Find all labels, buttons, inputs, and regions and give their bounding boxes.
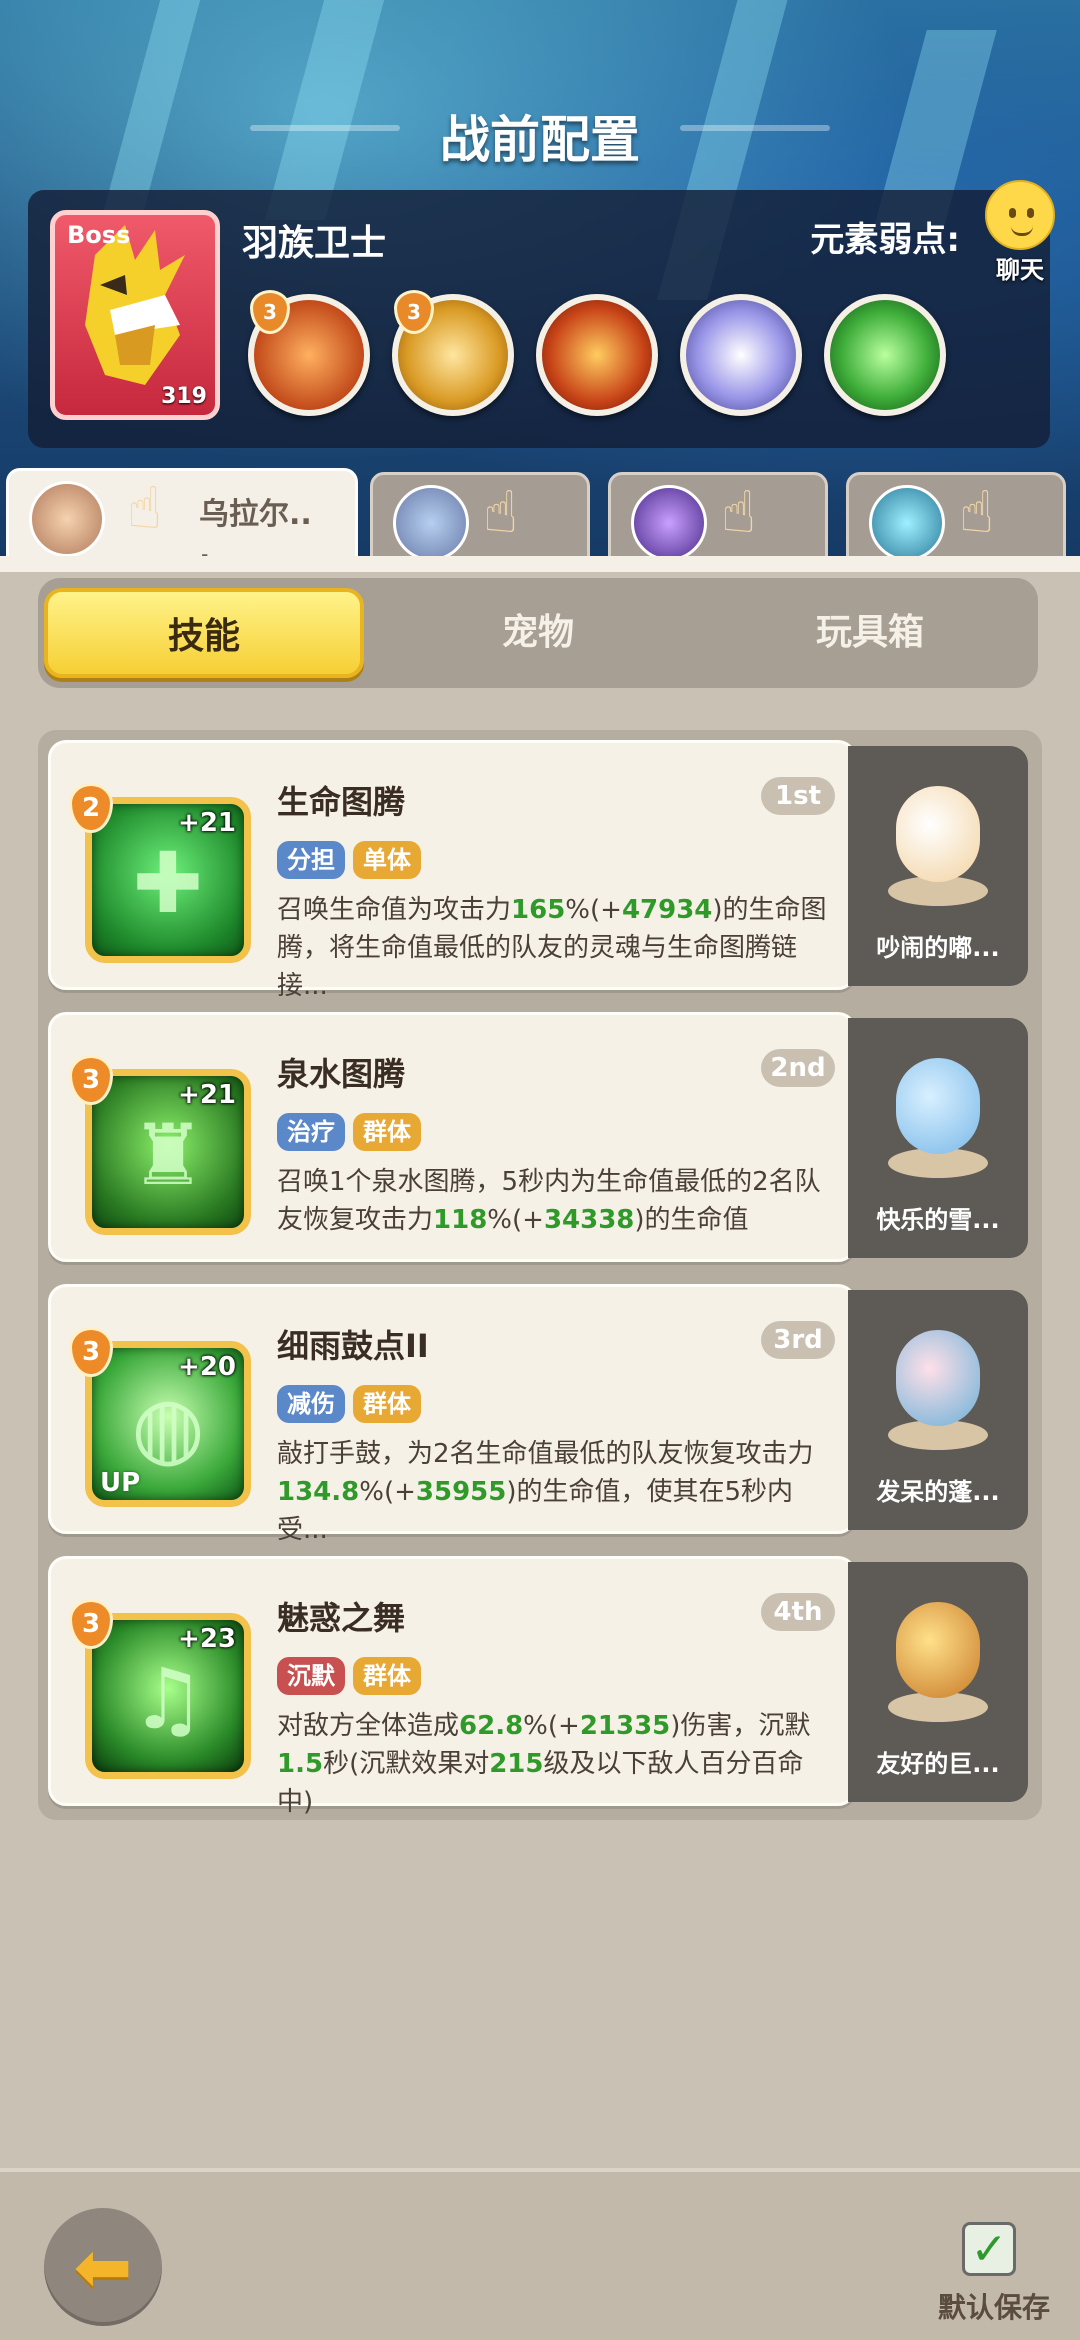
hero-tab-3[interactable]: ☝ — [608, 472, 828, 564]
boss-name: 羽族卫士 — [242, 223, 387, 264]
skill-rank: 4th — [761, 1593, 835, 1631]
default-save-checkbox[interactable]: ✓ — [962, 2222, 1016, 2276]
boss-portrait[interactable]: Boss 319 — [50, 210, 220, 420]
tab-pets[interactable]: 宠物 — [378, 588, 698, 678]
skill-name: 泉水图腾 — [277, 1055, 406, 1093]
skill-tag-type: 沉默 — [277, 1657, 345, 1695]
pet-name: 友好的巨... — [876, 1750, 1000, 1778]
bottom-bar: ⬅ ✓ 默认保存 — [0, 2168, 1080, 2340]
hero-tab-2[interactable]: ☝ — [370, 472, 590, 564]
boss-skill-gold-shield-icon[interactable]: 3 — [392, 290, 514, 416]
hero-avatar-boar-icon — [29, 481, 105, 557]
skill-card-body[interactable]: ♫ +23 3 魅惑之舞 4th 沉默 群体 对敌方全体造成62.8%(+213… — [48, 1556, 856, 1817]
boss-tag: Boss — [67, 221, 131, 249]
skill-tag-type: 分担 — [277, 841, 345, 879]
skill-level-badge: 3 — [250, 290, 290, 334]
skill-plus-level: +23 — [178, 1624, 236, 1654]
charm-dance-skill-icon: ♫ +23 — [85, 1613, 251, 1779]
boss-skill-flame-slash-icon[interactable] — [536, 294, 658, 416]
equipped-pet-slot[interactable]: 发呆的蓬... — [848, 1290, 1028, 1530]
equipped-pet-slot[interactable]: 快乐的雪... — [848, 1018, 1028, 1258]
hero-avatar-knight-icon — [393, 485, 469, 561]
skill-rank: 1st — [761, 777, 835, 815]
default-save-label: 默认保存 — [937, 2291, 1050, 2324]
tab-skills[interactable]: 技能 — [44, 588, 364, 678]
tap-hand-icon: ☝ — [127, 474, 163, 542]
drizzle-drum-skill-icon: ◍ +20 UP — [85, 1341, 251, 1507]
happy-snow-pet-icon — [896, 1058, 980, 1154]
skill-card[interactable]: ♜ +21 3 泉水图腾 2nd 治疗 群体 召唤1个泉水图腾，5秒内为生命值最… — [48, 1012, 1028, 1262]
skill-plus-level: +21 — [178, 808, 236, 838]
boss-skill-fire-claw-icon[interactable]: 3 — [248, 290, 370, 416]
back-arrow-icon: ⬅ — [73, 2226, 133, 2308]
boss-level: 319 — [161, 384, 207, 409]
skill-name: 魅惑之舞 — [277, 1599, 406, 1637]
skill-card-body[interactable]: ✚ +21 2 生命图腾 1st 分担 单体 召唤生命值为攻击力165%(+47… — [48, 740, 856, 1001]
equipped-pet-slot[interactable]: 吵闹的嘟... — [848, 746, 1028, 986]
skill-tag-target: 群体 — [353, 1385, 421, 1423]
skill-rank: 2nd — [761, 1049, 835, 1087]
skill-description: 召唤生命值为攻击力165%(+47934)的生命图腾，将生命值最低的队友的灵魂与… — [277, 895, 827, 1001]
boss-skill-wind-swirl-icon[interactable] — [680, 294, 802, 416]
boss-skill-poison-slime-icon[interactable] — [824, 294, 946, 416]
equipped-pet-slot[interactable]: 友好的巨... — [848, 1562, 1028, 1802]
category-tabbar: 技能 宠物 玩具箱 — [38, 578, 1038, 688]
skill-tag-target: 单体 — [353, 841, 421, 879]
page-title: 战前配置 — [440, 111, 640, 169]
skill-description: 对敌方全体造成62.8%(+21335)伤害，沉默1.5秒(沉默效果对215级及… — [277, 1711, 811, 1817]
noisy-bird-pet-icon — [896, 786, 980, 882]
spring-totem-skill-icon: ♜ +21 — [85, 1069, 251, 1235]
skill-rank: 3rd — [761, 1321, 835, 1359]
skill-card[interactable]: ◍ +20 UP 3 细雨鼓点II 3rd 减伤 群体 敲打手鼓，为2名生命值最… — [48, 1284, 1028, 1545]
back-button[interactable]: ⬅ — [44, 2208, 162, 2326]
skill-plus-level: +21 — [178, 1080, 236, 1110]
skill-tag-target: 群体 — [353, 1657, 421, 1695]
skill-tag-target: 群体 — [353, 1113, 421, 1151]
skill-upgrade-mark: UP — [100, 1468, 141, 1498]
boss-info-panel: Boss 319 羽族卫士 元素弱点: 3 3 — [28, 190, 1050, 448]
skill-level-badge: 3 — [394, 290, 434, 334]
chat-smiley-icon — [985, 180, 1055, 250]
friendly-giant-pet-icon — [896, 1602, 980, 1698]
life-totem-skill-icon: ✚ +21 — [85, 797, 251, 963]
skill-card[interactable]: ♫ +23 3 魅惑之舞 4th 沉默 群体 对敌方全体造成62.8%(+213… — [48, 1556, 1028, 1817]
skill-plus-level: +20 — [178, 1352, 236, 1382]
torn-paper-edge — [0, 556, 1080, 572]
hero-tab-4[interactable]: ☝ — [846, 472, 1066, 564]
skill-card-body[interactable]: ◍ +20 UP 3 细雨鼓点II 3rd 减伤 群体 敲打手鼓，为2名生命值最… — [48, 1284, 856, 1545]
hero-avatar-robot-icon — [869, 485, 945, 561]
dazed-sheep-pet-icon — [896, 1330, 980, 1426]
pet-name: 发呆的蓬... — [876, 1478, 1000, 1506]
element-weakness-label: 元素弱点: — [810, 220, 960, 260]
skill-tag-type: 治疗 — [277, 1113, 345, 1151]
tap-hand-icon: ☝ — [483, 478, 519, 546]
hero-avatar-shadow-orb-icon — [631, 485, 707, 561]
chat-button[interactable]: 聊天 — [980, 180, 1060, 285]
skill-name: 生命图腾 — [277, 783, 406, 821]
skill-description: 敲打手鼓，为2名生命值最低的队友恢复攻击力134.8%(+35955)的生命值，… — [277, 1439, 814, 1545]
tap-hand-icon: ☝ — [959, 478, 995, 546]
pet-name: 快乐的雪... — [876, 1206, 1000, 1234]
chat-label: 聊天 — [996, 256, 1044, 284]
pet-name: 吵闹的嘟... — [876, 934, 1000, 962]
tap-hand-icon: ☝ — [721, 478, 757, 546]
skill-tag-type: 减伤 — [277, 1385, 345, 1423]
skill-description: 召唤1个泉水图腾，5秒内为生命值最低的2名队友恢复攻击力118%(+34338)… — [277, 1167, 821, 1235]
hero-tab-1[interactable]: ☝ 乌拉尔.. . — [6, 468, 358, 568]
tab-toybox[interactable]: 玩具箱 — [710, 588, 1030, 678]
skill-card-body[interactable]: ♜ +21 3 泉水图腾 2nd 治疗 群体 召唤1个泉水图腾，5秒内为生命值最… — [48, 1012, 856, 1262]
skill-name: 细雨鼓点II — [277, 1327, 429, 1365]
skill-card[interactable]: ✚ +21 2 生命图腾 1st 分担 单体 召唤生命值为攻击力165%(+47… — [48, 740, 1028, 1001]
